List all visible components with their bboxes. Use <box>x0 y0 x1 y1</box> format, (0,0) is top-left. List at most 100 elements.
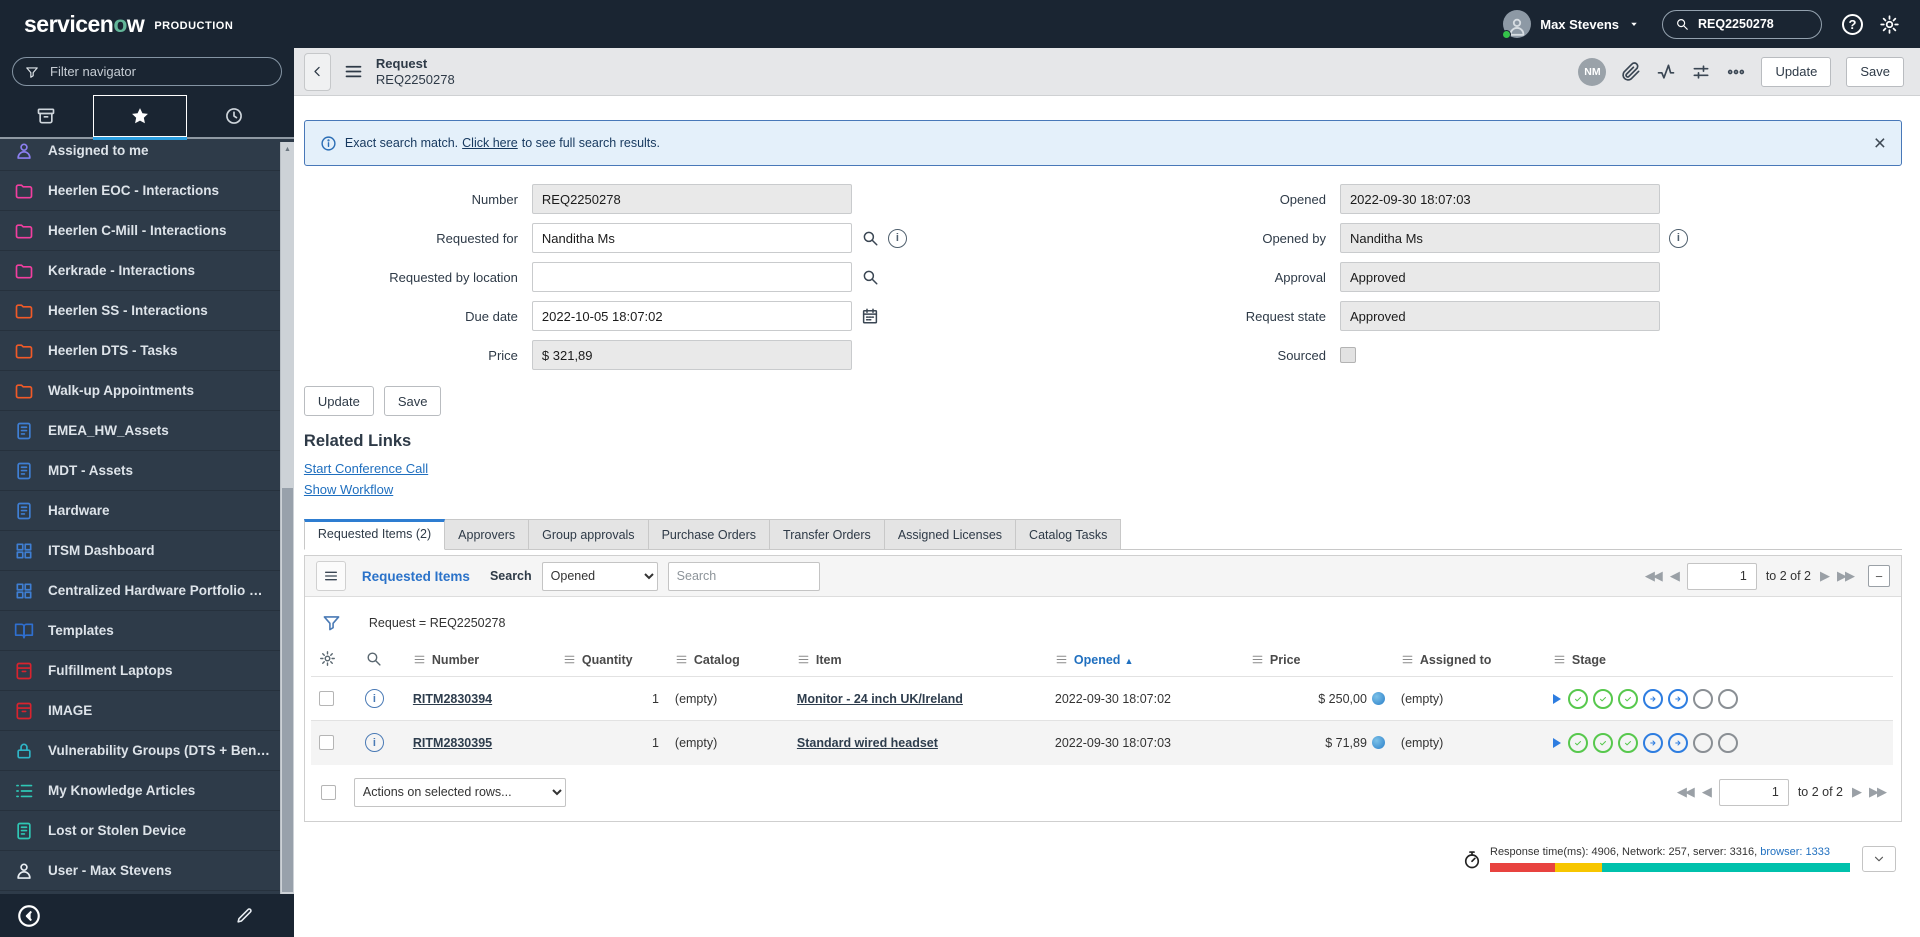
column-header-price[interactable]: Price <box>1243 644 1393 677</box>
banner-close-icon[interactable]: × <box>1874 133 1886 154</box>
preview-record-info-icon[interactable]: i <box>1668 228 1688 248</box>
stage-start-icon[interactable] <box>1552 693 1561 704</box>
last-page-icon[interactable]: ▶▶ <box>1869 784 1887 800</box>
banner-click-here-link[interactable]: Click here <box>462 136 518 150</box>
browser-time-link[interactable]: browser: 1333 <box>1760 846 1830 858</box>
column-header-quantity[interactable]: Quantity <box>555 644 667 677</box>
sidebar-item-emea-hw-assets[interactable]: EMEA_HW_Assets <box>0 411 280 451</box>
number-field[interactable] <box>531 184 852 214</box>
sidebar-item-vulnerability-groups-dts-ben[interactable]: Vulnerability Groups (DTS + Ben… <box>0 731 280 771</box>
tab-favorites[interactable] <box>92 95 188 137</box>
column-search-icon[interactable] <box>365 650 382 667</box>
help-button[interactable]: ? <box>1842 13 1863 35</box>
tab-history[interactable] <box>187 95 280 137</box>
sidebar-item-templates[interactable]: Templates <box>0 611 280 651</box>
live-presence-avatar[interactable]: NM <box>1578 57 1607 86</box>
tab-assigned-licenses[interactable]: Assigned Licenses <box>884 519 1017 550</box>
global-search[interactable] <box>1662 9 1822 39</box>
list-title-link[interactable]: Requested Items <box>362 569 470 584</box>
column-header-catalog[interactable]: Catalog <box>667 644 789 677</box>
column-menu-icon[interactable] <box>1401 653 1414 666</box>
list-search-input[interactable] <box>667 561 820 591</box>
save-button[interactable]: Save <box>383 386 442 416</box>
column-menu-icon[interactable] <box>1251 653 1264 666</box>
ritm-number-link[interactable]: RITM2830394 <box>413 692 492 706</box>
price-field[interactable] <box>531 340 852 370</box>
item-link[interactable]: Standard wired headset <box>797 736 938 750</box>
sidebar-item-centralized-hardware-portfolio[interactable]: Centralized Hardware Portfolio … <box>0 571 280 611</box>
tab-purchase-orders[interactable]: Purchase Orders <box>648 519 771 550</box>
sourced-checkbox[interactable] <box>1339 347 1356 363</box>
global-search-input[interactable] <box>1696 16 1809 32</box>
column-header-stage[interactable]: Stage <box>1545 644 1893 677</box>
sidebar-scrollbar[interactable]: ▲ <box>279 142 294 894</box>
search-column-select[interactable]: Opened <box>541 561 658 591</box>
column-header-assigned-to[interactable]: Assigned to <box>1393 644 1545 677</box>
filter-navigator[interactable] <box>12 57 282 86</box>
list-context-menu-button[interactable] <box>315 561 346 591</box>
back-button[interactable] <box>303 52 331 91</box>
opened-by-field[interactable] <box>1339 223 1660 253</box>
tab-transfer-orders[interactable]: Transfer Orders <box>770 519 885 550</box>
sidebar-item-my-knowledge-articles[interactable]: My Knowledge Articles <box>0 771 280 811</box>
tab-group-approvals[interactable]: Group approvals <box>529 519 649 550</box>
sidebar-item-heerlen-c-mill-interactions[interactable]: Heerlen C-Mill - Interactions <box>0 211 280 251</box>
stage-in-progress-icon[interactable] <box>1667 732 1688 753</box>
tab-all-applications[interactable] <box>0 95 93 137</box>
stage-pending-icon[interactable] <box>1692 688 1713 709</box>
row-preview-info-icon[interactable]: i <box>364 689 384 708</box>
breadcrumb-filter[interactable]: Request = REQ2250278 <box>369 616 506 630</box>
prev-page-icon[interactable]: ◀ <box>1670 568 1680 584</box>
sidebar-item-mdt-assets[interactable]: MDT - Assets <box>0 451 280 491</box>
requested-for-field[interactable] <box>531 223 852 253</box>
tab-catalog-tasks[interactable]: Catalog Tasks <box>1016 519 1122 550</box>
settings-gear-icon[interactable] <box>1879 14 1900 35</box>
sidebar-item-walk-up-appointments[interactable]: Walk-up Appointments <box>0 371 280 411</box>
prev-page-icon[interactable]: ◀ <box>1702 784 1712 800</box>
sidebar-item-itsm-dashboard[interactable]: ITSM Dashboard <box>0 531 280 571</box>
related-link-show-workflow[interactable]: Show Workflow <box>304 482 393 497</box>
stage-in-progress-icon[interactable] <box>1642 688 1663 709</box>
ritm-number-link[interactable]: RITM2830395 <box>413 736 492 750</box>
list-filter-funnel-icon[interactable] <box>322 613 341 632</box>
magnifier-icon[interactable] <box>861 229 879 247</box>
row-checkbox[interactable] <box>318 691 334 706</box>
scrollbar-up-arrow[interactable]: ▲ <box>281 142 294 156</box>
stage-complete-icon[interactable] <box>1567 688 1588 709</box>
sidebar-item-heerlen-ss-interactions[interactable]: Heerlen SS - Interactions <box>0 291 280 331</box>
select-all-checkbox[interactable] <box>320 784 336 800</box>
column-menu-icon[interactable] <box>675 653 688 666</box>
magnifier-icon[interactable] <box>861 268 879 286</box>
page-number-input[interactable] <box>1718 778 1789 806</box>
list-settings-gear-icon[interactable] <box>319 650 336 667</box>
form-context-menu-icon[interactable] <box>343 61 364 82</box>
stage-in-progress-icon[interactable] <box>1642 732 1663 753</box>
stage-complete-icon[interactable] <box>1567 732 1588 753</box>
last-page-icon[interactable]: ▶▶ <box>1837 568 1855 584</box>
column-header-number[interactable]: Number <box>405 644 555 677</box>
row-checkbox[interactable] <box>318 735 334 751</box>
more-options-icon[interactable] <box>1726 62 1746 82</box>
sidebar-item-heerlen-eoc-interactions[interactable]: Heerlen EOC - Interactions <box>0 171 280 211</box>
page-number-input[interactable] <box>1686 562 1757 590</box>
update-button-header[interactable]: Update <box>1761 56 1832 87</box>
due-date-field[interactable] <box>531 301 852 331</box>
sidebar-item-fulfillment-laptops[interactable]: Fulfillment Laptops <box>0 651 280 691</box>
sidebar-item-heerlen-dts-tasks[interactable]: Heerlen DTS - Tasks <box>0 331 280 371</box>
update-button[interactable]: Update <box>303 386 374 416</box>
collapse-sidebar-icon[interactable] <box>16 903 42 929</box>
user-menu[interactable]: Max Stevens <box>1502 10 1640 39</box>
tab-requested-items-2[interactable]: Requested Items (2) <box>303 519 446 550</box>
row-preview-info-icon[interactable]: i <box>364 733 384 753</box>
related-link-start-conference-call[interactable]: Start Conference Call <box>304 461 428 476</box>
column-menu-icon[interactable] <box>1553 653 1566 666</box>
currency-info-icon[interactable] <box>1371 691 1385 705</box>
column-menu-icon[interactable] <box>413 653 426 666</box>
column-header-opened[interactable]: Opened ▲ <box>1047 644 1243 677</box>
stage-complete-icon[interactable] <box>1592 732 1613 753</box>
item-link[interactable]: Monitor - 24 inch UK/Ireland <box>797 692 963 706</box>
column-header-item[interactable]: Item <box>789 644 1047 677</box>
stage-complete-icon[interactable] <box>1617 688 1638 709</box>
stage-pending-icon[interactable] <box>1717 688 1738 709</box>
response-time-toggle-button[interactable] <box>1862 845 1896 872</box>
